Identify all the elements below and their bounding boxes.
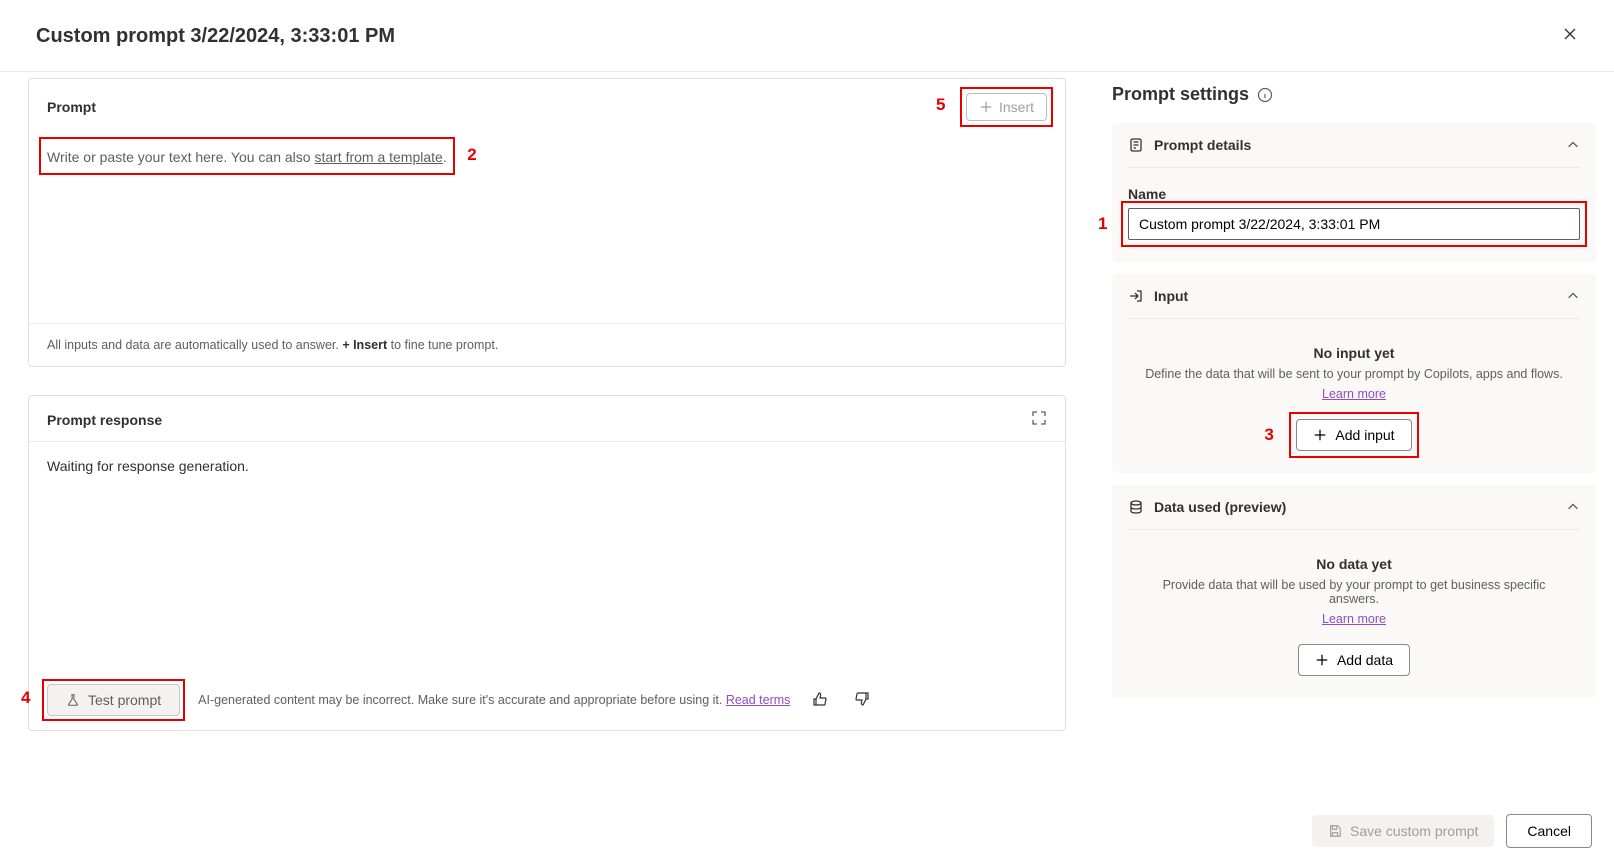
thumbs-down-icon [854,691,870,707]
thumbs-up-button[interactable] [808,687,832,714]
response-body: Waiting for response generation. [29,442,1065,674]
prompt-hint: All inputs and data are automatically us… [29,323,1065,366]
expand-button[interactable] [1031,410,1047,429]
data-learn-more-link[interactable]: Learn more [1322,612,1386,626]
add-data-button[interactable]: Add data [1298,644,1410,676]
sidebar-title: Prompt settings [1112,84,1249,105]
thumbs-down-button[interactable] [850,687,874,714]
flask-icon [66,693,80,707]
save-icon [1328,824,1342,838]
data-empty-desc: Provide data that will be used by your p… [1138,578,1570,606]
read-terms-link[interactable]: Read terms [726,693,791,707]
add-input-button[interactable]: Add input [1296,419,1411,451]
close-button[interactable] [1556,20,1584,53]
main-column: Prompt Insert 5 Write or paste your text… [0,60,1084,805]
settings-sidebar: Prompt settings Prompt details Name 1 [1084,60,1614,805]
name-label: Name [1128,186,1580,202]
dialog-footer: Save custom prompt Cancel [0,805,1614,857]
test-prompt-label: Test prompt [88,692,161,708]
annotation-4: 4 [21,688,30,708]
annotation-3: 3 [1264,425,1273,445]
annotation-1: 1 [1098,214,1107,234]
panel-input: Input No input yet Define the data that … [1112,274,1596,473]
chevron-up-icon [1566,138,1580,152]
chevron-up-icon [1566,500,1580,514]
annotation-2: 2 [467,145,476,165]
prompt-card-title: Prompt [47,99,96,115]
cancel-button[interactable]: Cancel [1506,814,1592,848]
plus-icon [979,100,993,114]
expand-icon [1031,410,1047,426]
dialog-title: Custom prompt 3/22/2024, 3:33:01 PM [36,25,395,48]
prompt-placeholder: Write or paste your text here. You can a… [47,149,447,165]
test-prompt-button[interactable]: Test prompt [47,684,180,716]
input-learn-more-link[interactable]: Learn more [1322,387,1386,401]
response-card-title: Prompt response [47,412,162,428]
input-empty-title: No input yet [1138,345,1570,361]
panel-head-prompt-details[interactable]: Prompt details [1112,123,1596,167]
response-card: Prompt response Waiting for response gen… [28,395,1066,731]
prompt-card: Prompt Insert 5 Write or paste your text… [28,78,1066,367]
panel-prompt-details: Prompt details Name 1 [1112,123,1596,262]
info-icon[interactable] [1257,87,1273,103]
details-icon [1128,137,1144,153]
data-empty-title: No data yet [1138,556,1570,572]
ai-disclaimer: AI-generated content may be incorrect. M… [198,693,790,707]
save-button[interactable]: Save custom prompt [1312,815,1494,847]
insert-button[interactable]: Insert [966,93,1047,121]
chevron-up-icon [1566,289,1580,303]
database-icon [1128,499,1144,515]
input-icon [1128,288,1144,304]
prompt-editor[interactable]: Write or paste your text here. You can a… [29,133,1065,323]
panel-head-data-used[interactable]: Data used (preview) [1112,485,1596,529]
input-empty-desc: Define the data that will be sent to you… [1138,367,1570,381]
insert-button-label: Insert [999,99,1034,115]
plus-icon [1313,428,1327,442]
thumbs-up-icon [812,691,828,707]
start-from-template-link[interactable]: start from a template [314,149,442,165]
panel-data-used: Data used (preview) No data yet Provide … [1112,485,1596,698]
panel-head-input[interactable]: Input [1112,274,1596,318]
close-icon [1562,26,1578,42]
plus-icon [1315,653,1329,667]
name-input[interactable] [1128,208,1580,240]
annotation-5: 5 [936,95,945,115]
